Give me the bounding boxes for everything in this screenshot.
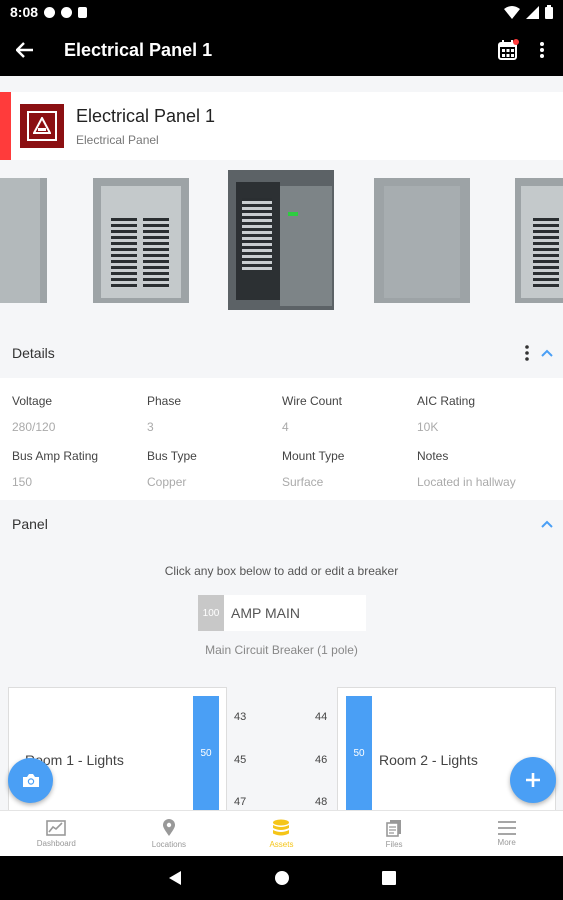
sd-card-icon: [78, 6, 88, 18]
asset-status-stripe: [0, 92, 11, 160]
asset-photo[interactable]: [374, 178, 470, 303]
detail-bus-amp-rating: Bus Amp Rating 150: [12, 449, 99, 489]
chevron-up-icon[interactable]: [541, 349, 553, 357]
nav-label: Assets: [269, 839, 294, 849]
nav-more[interactable]: More: [450, 811, 563, 856]
arrow-back-icon: [16, 42, 33, 58]
chevron-up-icon[interactable]: [541, 520, 553, 528]
circuit-number: 46: [315, 754, 328, 766]
notification-icon: [61, 6, 73, 18]
details-section-header[interactable]: Details: [0, 331, 563, 375]
location-pin-icon: [162, 818, 175, 836]
nav-locations[interactable]: Locations: [113, 811, 226, 856]
circuit-number: 45: [234, 754, 247, 766]
system-home-icon[interactable]: [274, 870, 290, 886]
asset-title: Electrical Panel 1: [76, 105, 216, 126]
status-time: 8:08: [10, 4, 39, 20]
system-back-icon[interactable]: [168, 870, 182, 886]
add-button[interactable]: [510, 757, 556, 803]
nav-label: Dashboard: [36, 838, 76, 848]
circuit-number: 44: [315, 711, 328, 723]
detail-mount-type: Mount Type Surface: [282, 449, 345, 489]
more-options-button[interactable]: [525, 24, 559, 76]
calendar-button[interactable]: [491, 24, 525, 76]
detail-wire-count: Wire Count 4: [282, 394, 343, 434]
asset-photo[interactable]: [0, 178, 47, 303]
system-recents-icon[interactable]: [381, 871, 396, 885]
detail-notes: Notes Located in hallway: [417, 449, 516, 489]
panel-title: Panel: [12, 516, 48, 532]
circuit-number: 47: [234, 796, 247, 808]
nav-label: Locations: [151, 839, 187, 849]
chart-icon: [46, 819, 67, 836]
panel-diagram: Click any box below to add or edit a bre…: [0, 545, 563, 811]
files-icon: [386, 819, 402, 837]
details-grid: Voltage 280/120 Phase 3 Wire Count 4 AIC…: [0, 378, 563, 500]
detail-phase: Phase 3: [147, 394, 182, 434]
notification-icon: [44, 6, 56, 18]
main-breaker-box[interactable]: 100 AMP MAIN: [198, 595, 366, 631]
main-breaker-amp: 100: [198, 595, 224, 631]
signal-icon: [526, 5, 539, 19]
wifi-icon: [504, 5, 520, 19]
nav-label: Files: [385, 839, 403, 849]
breaker-label: Room 2 - Lights: [379, 752, 478, 768]
detail-bus-type: Bus Type Copper: [147, 449, 197, 489]
photo-gallery[interactable]: [0, 166, 563, 316]
main-breaker-label: AMP MAIN: [231, 605, 300, 621]
back-button[interactable]: [0, 24, 50, 76]
menu-icon: [497, 820, 516, 835]
nav-assets[interactable]: Assets: [225, 811, 338, 856]
asset-photo[interactable]: [228, 170, 334, 310]
panel-instruction: Click any box below to add or edit a bre…: [164, 564, 399, 578]
asset-subtitle: Electrical Panel: [76, 132, 159, 147]
camera-icon: [22, 774, 39, 787]
nav-label: More: [497, 837, 516, 847]
asset-photo[interactable]: [515, 178, 563, 303]
detail-aic-rating: AIC Rating 10K: [417, 394, 476, 434]
database-icon: [273, 819, 290, 835]
circuit-number: 43: [234, 711, 247, 723]
app-bar: Electrical Panel 1: [0, 24, 563, 76]
detail-voltage: Voltage 280/120: [12, 394, 56, 434]
more-vert-icon[interactable]: [525, 345, 529, 361]
battery-icon: [545, 5, 553, 19]
circuit-number: 48: [315, 796, 328, 808]
asset-header: Electrical Panel 1 Electrical Panel: [0, 92, 563, 160]
asset-photo[interactable]: [93, 178, 189, 303]
system-navigation-bar: [0, 856, 563, 900]
more-vert-icon: [540, 42, 544, 58]
status-bar: 8:08: [0, 0, 563, 24]
nav-dashboard[interactable]: Dashboard: [0, 811, 113, 856]
panel-section-header[interactable]: Panel: [0, 502, 563, 546]
electrical-panel-icon: [33, 117, 51, 134]
main-breaker-caption: Main Circuit Breaker (1 pole): [205, 643, 358, 657]
breaker-amp-badge: 50: [193, 696, 219, 811]
asset-type-logo: [20, 104, 64, 148]
details-title: Details: [12, 345, 55, 361]
add-photo-button[interactable]: [8, 758, 53, 803]
breaker-amp-badge: 50: [346, 696, 372, 811]
plus-icon: [526, 773, 540, 787]
nav-files[interactable]: Files: [338, 811, 451, 856]
bottom-navigation: Dashboard Locations Assets Files More: [0, 810, 563, 856]
calendar-icon: [498, 39, 519, 60]
page-title: Electrical Panel 1: [64, 39, 213, 60]
